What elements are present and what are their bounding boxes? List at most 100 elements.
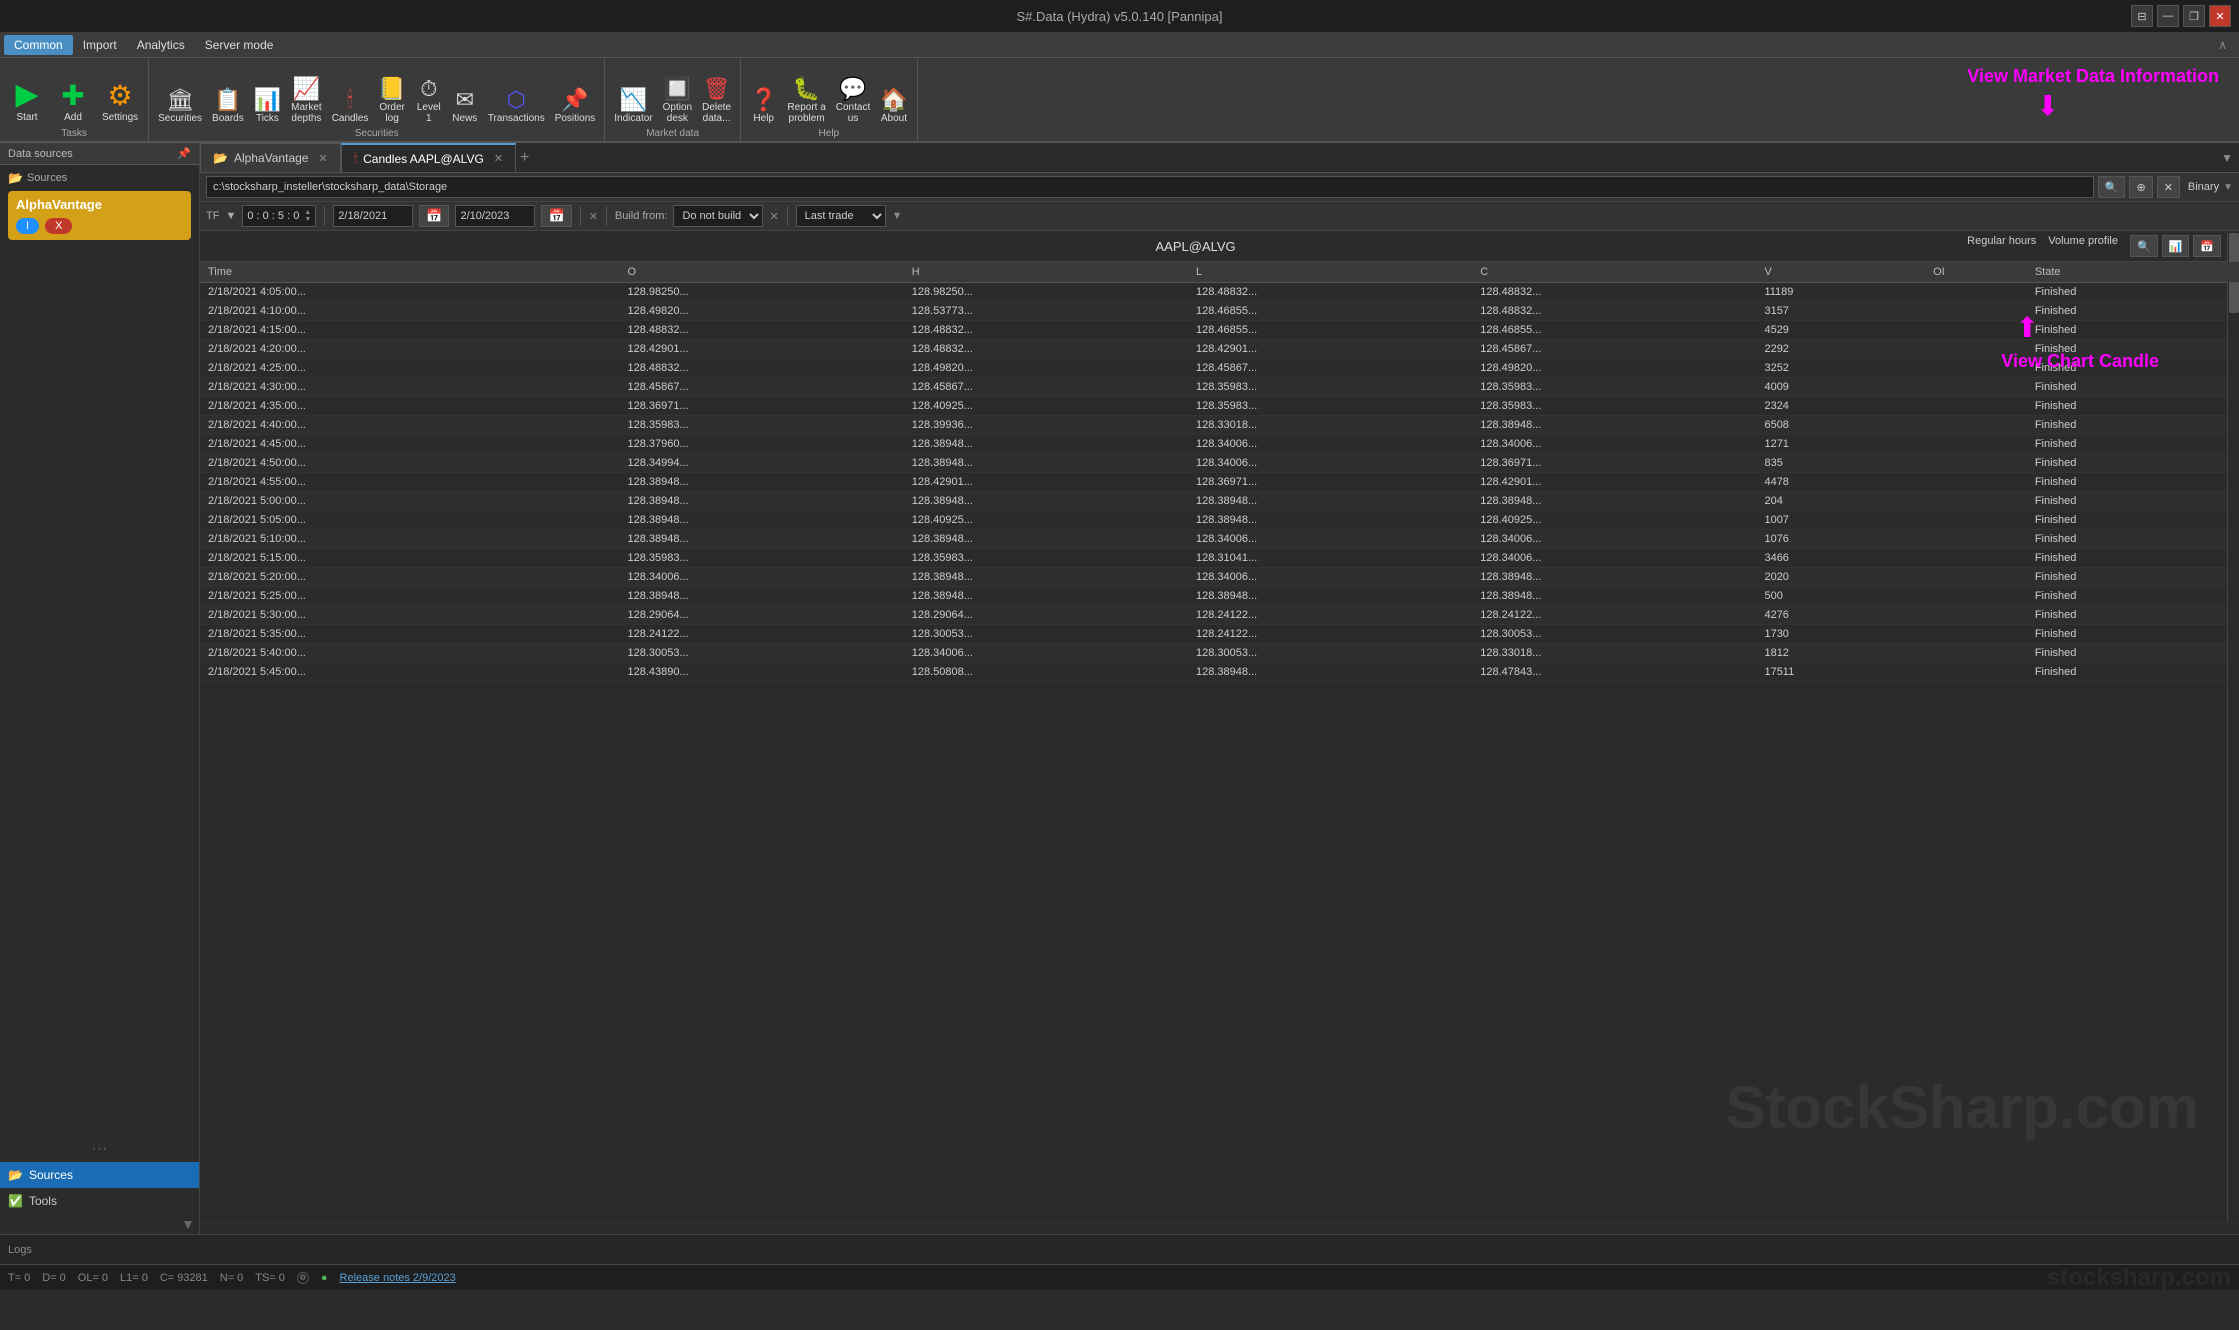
regular-hours-label: Regular hours: [1967, 235, 2036, 257]
add-tab-btn[interactable]: +: [520, 149, 529, 167]
report-problem-btn[interactable]: 🐛 Report a problem: [784, 74, 828, 126]
tf-value-input[interactable]: 0 : 0 : 5 : 0 ▲ ▼: [242, 205, 316, 227]
table-row[interactable]: 2/18/2021 4:05:00...128.98250...128.9825…: [200, 283, 2239, 302]
tab-alphavantage[interactable]: 📂 AlphaVantage ✕: [200, 143, 341, 172]
market-depths-btn[interactable]: 📈 Market depths: [288, 74, 325, 126]
maximize-btn[interactable]: ❐: [2183, 5, 2205, 27]
ticks-btn[interactable]: 📊 Ticks: [251, 85, 284, 126]
last-trade-select[interactable]: Last trade: [796, 205, 886, 227]
date-from-input[interactable]: [333, 205, 413, 227]
pin-icon[interactable]: 📌: [177, 147, 191, 160]
tf-spinners[interactable]: ▲ ▼: [304, 209, 311, 223]
table-row[interactable]: 2/18/2021 4:25:00...128.48832...128.4982…: [200, 359, 2239, 378]
table-row[interactable]: 2/18/2021 5:45:00...128.43890...128.5080…: [200, 663, 2239, 682]
about-btn[interactable]: 🏠 About: [877, 85, 910, 126]
clear-path-btn[interactable]: ✕: [2157, 176, 2180, 198]
restore-btn[interactable]: ⊟: [2131, 5, 2153, 27]
cell-6: [1925, 321, 2027, 340]
sidebar-item-sources[interactable]: 📂 Sources: [0, 1162, 199, 1188]
table-row[interactable]: 2/18/2021 5:20:00...128.34006...128.3894…: [200, 568, 2239, 587]
contact-us-btn[interactable]: 💬 Contact us: [833, 74, 873, 126]
table-row[interactable]: 2/18/2021 5:35:00...128.24122...128.3005…: [200, 625, 2239, 644]
minimize-btn[interactable]: —: [2157, 5, 2179, 27]
cell-2: 128.40925...: [904, 397, 1188, 416]
option-desk-btn[interactable]: 🔲 Option desk: [660, 74, 695, 126]
table-row[interactable]: 2/18/2021 4:45:00...128.37960...128.3894…: [200, 435, 2239, 454]
market-data-group-label: Market data: [611, 128, 734, 139]
positions-icon: 📌: [561, 87, 588, 113]
close-btn[interactable]: ✕: [2209, 5, 2231, 27]
tabs-dropdown-btn[interactable]: ▼: [2221, 151, 2233, 165]
date-from-picker-btn[interactable]: 📅: [419, 205, 449, 227]
table-row[interactable]: 2/18/2021 4:35:00...128.36971...128.4092…: [200, 397, 2239, 416]
settings-btn[interactable]: ⚙ Settings: [98, 80, 142, 126]
table-row[interactable]: 2/18/2021 5:15:00...128.35983...128.3598…: [200, 549, 2239, 568]
date-to-input[interactable]: [455, 205, 535, 227]
candles-btn[interactable]: 🕯 Candles: [329, 85, 372, 126]
status-settings-icon[interactable]: ⚙: [297, 1272, 309, 1284]
table-row[interactable]: 2/18/2021 4:55:00...128.38948...128.4290…: [200, 473, 2239, 492]
help-btn[interactable]: ❓ Help: [747, 85, 780, 126]
table-row[interactable]: 2/18/2021 4:20:00...128.42901...128.4883…: [200, 340, 2239, 359]
boards-btn[interactable]: 📋 Boards: [209, 85, 247, 126]
sources-folder-icon: 📂: [8, 171, 23, 185]
table-row[interactable]: 2/18/2021 5:05:00...128.38948...128.4092…: [200, 511, 2239, 530]
table-row[interactable]: 2/18/2021 4:50:00...128.34994...128.3894…: [200, 454, 2239, 473]
start-label: Start: [16, 112, 37, 124]
news-btn[interactable]: ✉ News: [449, 85, 481, 126]
cell-0: 2/18/2021 4:40:00...: [200, 416, 619, 435]
search-path-btn[interactable]: 🔍: [2098, 176, 2126, 198]
securities-btn[interactable]: 🏛 Securities: [155, 85, 205, 126]
tab-candles[interactable]: 🕯 Candles AAPL@ALVG ✕: [341, 143, 516, 172]
candles-tab-icon: 🕯: [354, 151, 357, 166]
symbol-chart-btn[interactable]: 📊: [2162, 235, 2190, 257]
scrollbar[interactable]: [2227, 231, 2239, 1222]
menu-server-mode[interactable]: Server mode: [195, 35, 284, 55]
alphavantage-toggle[interactable]: I: [16, 218, 39, 234]
delete-data-btn[interactable]: 🗑 Delete data...: [699, 74, 734, 126]
table-row[interactable]: 2/18/2021 4:15:00...128.48832...128.4883…: [200, 321, 2239, 340]
table-row[interactable]: 2/18/2021 4:40:00...128.35983...128.3993…: [200, 416, 2239, 435]
alphavantage-tab-close[interactable]: ✕: [318, 152, 327, 165]
cell-6: [1925, 359, 2027, 378]
sidebar-item-tools[interactable]: ✅ Tools: [0, 1188, 199, 1214]
order-log-btn[interactable]: 📒 Order log: [375, 74, 408, 126]
table-row[interactable]: 2/18/2021 4:10:00...128.49820...128.5377…: [200, 302, 2239, 321]
symbol-search-btn[interactable]: 🔍: [2130, 235, 2158, 257]
table-row[interactable]: 2/18/2021 5:25:00...128.38948...128.3894…: [200, 587, 2239, 606]
last-trade-dropdown-icon[interactable]: ▼: [892, 210, 903, 222]
indicator-btn[interactable]: 📉 Indicator: [611, 85, 655, 126]
tf-clear-btn[interactable]: ✕: [589, 210, 598, 223]
menu-analytics[interactable]: Analytics: [127, 35, 195, 55]
sources-nav-icon: 📂: [8, 1168, 23, 1182]
positions-btn[interactable]: 📌 Positions: [552, 85, 599, 126]
table-row[interactable]: 2/18/2021 5:30:00...128.29064...128.2906…: [200, 606, 2239, 625]
transactions-btn[interactable]: ⬡ Transactions: [485, 85, 548, 126]
ribbon-collapse-btn[interactable]: ∧: [2210, 38, 2235, 52]
table-row[interactable]: 2/18/2021 5:10:00...128.38948...128.3894…: [200, 530, 2239, 549]
menu-common[interactable]: Common: [4, 35, 73, 55]
table-row[interactable]: 2/18/2021 5:00:00...128.38948...128.3894…: [200, 492, 2239, 511]
candles-tab-close[interactable]: ✕: [494, 152, 503, 165]
symbol-calendar-btn[interactable]: 📅: [2193, 235, 2221, 257]
path-input[interactable]: [206, 176, 2094, 198]
binary-dropdown-icon[interactable]: ▼: [2223, 182, 2233, 193]
tf-dropdown-icon[interactable]: ▼: [225, 210, 236, 222]
table-row[interactable]: 2/18/2021 4:30:00...128.45867...128.4586…: [200, 378, 2239, 397]
tf-spin-down[interactable]: ▼: [304, 216, 311, 223]
menu-import[interactable]: Import: [73, 35, 127, 55]
release-notes-link[interactable]: Release notes 2/9/2023: [340, 1272, 456, 1284]
tf-spin-up[interactable]: ▲: [304, 209, 311, 216]
sidebar-expand-dots[interactable]: ···: [0, 1136, 199, 1162]
cell-1: 128.38948...: [619, 587, 903, 606]
build-from-select[interactable]: Do not build: [673, 205, 763, 227]
alphavantage-close[interactable]: X: [45, 218, 72, 234]
table-row[interactable]: 2/18/2021 5:40:00...128.30053...128.3400…: [200, 644, 2239, 663]
zoom-btn[interactable]: ⊕: [2129, 176, 2152, 198]
start-btn[interactable]: ▶ Start: [6, 78, 48, 126]
build-clear-btn[interactable]: ✕: [769, 210, 778, 223]
date-to-picker-btn[interactable]: 📅: [541, 205, 571, 227]
add-btn[interactable]: ✚ Add: [52, 80, 94, 126]
level1-btn[interactable]: ⏱ Level 1: [413, 74, 445, 126]
sidebar-scroll-down[interactable]: ▼: [0, 1214, 199, 1234]
